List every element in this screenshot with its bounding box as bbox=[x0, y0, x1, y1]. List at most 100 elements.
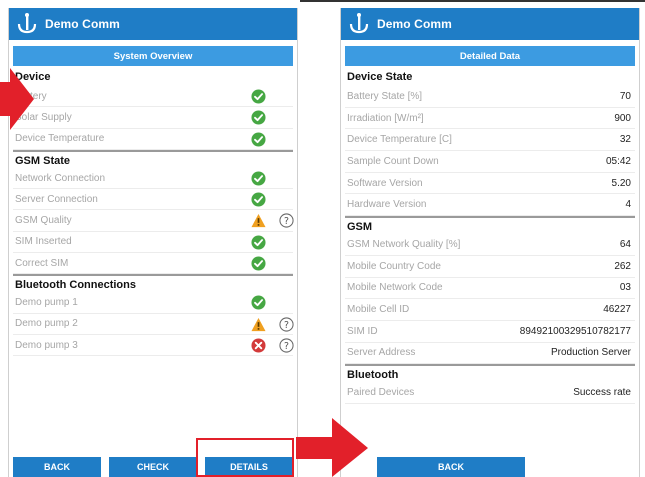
section-header: Device bbox=[15, 71, 51, 83]
list-item: GSM Network Quality [%] 64 bbox=[345, 234, 635, 256]
section-header: Bluetooth bbox=[345, 364, 635, 382]
list-item: Correct SIM bbox=[13, 253, 293, 275]
arrow-right-icon bbox=[296, 418, 368, 477]
check-circle-icon bbox=[251, 295, 266, 310]
check-circle-icon bbox=[251, 256, 266, 271]
list-item: Demo pump 2? bbox=[13, 314, 294, 335]
svg-text:?: ? bbox=[284, 216, 289, 227]
list-item: Demo pump 3? bbox=[13, 335, 294, 357]
list-item: Server Address Production Server bbox=[345, 343, 635, 365]
system-overview-screen: Demo Comm System Overview DeviceBatteryS… bbox=[8, 8, 298, 477]
list-item: Device Temperature bbox=[13, 129, 293, 150]
item-label: Sample Count Down bbox=[347, 155, 439, 167]
item-label: SIM ID bbox=[347, 325, 378, 337]
section-header: Bluetooth Connections bbox=[13, 274, 293, 292]
item-label: Demo pump 2 bbox=[15, 318, 78, 330]
back-button[interactable]: BACK bbox=[13, 457, 101, 477]
top-divider-line bbox=[300, 0, 645, 2]
item-value: 4 bbox=[625, 199, 631, 211]
list-item: Demo pump 1 bbox=[13, 292, 293, 314]
item-label: Battery State [%] bbox=[347, 90, 423, 102]
item-label: Network Connection bbox=[15, 172, 106, 184]
item-label: GSM Quality bbox=[15, 215, 72, 227]
check-button[interactable]: CHECK bbox=[109, 457, 197, 477]
svg-text:?: ? bbox=[284, 320, 289, 331]
list-item: Solar Supply bbox=[13, 107, 293, 129]
list-item: Network Connection bbox=[13, 168, 293, 190]
item-label: Mobile Cell ID bbox=[347, 304, 410, 316]
app-bar: Demo Comm bbox=[9, 8, 297, 40]
section-header: GSM bbox=[345, 216, 635, 234]
list-item: Battery bbox=[13, 86, 293, 108]
item-value: 46227 bbox=[603, 304, 631, 316]
item-label: Irradiation [W/m²] bbox=[347, 112, 424, 124]
app-title: Demo Comm bbox=[45, 17, 120, 31]
item-value: 89492100329510782177 bbox=[519, 325, 631, 337]
app-bar: Demo Comm bbox=[341, 8, 639, 40]
item-label: Correct SIM bbox=[15, 257, 69, 269]
item-label: Device Temperature [C] bbox=[347, 134, 452, 146]
item-value: 900 bbox=[614, 112, 631, 124]
list-item: Sample Count Down 05:42 bbox=[345, 151, 635, 173]
item-value: 03 bbox=[619, 282, 631, 294]
svg-text:?: ? bbox=[284, 341, 289, 352]
question-circle-icon[interactable]: ? bbox=[279, 338, 294, 353]
item-label: SIM Inserted bbox=[15, 236, 72, 248]
list-item: Irradiation [W/m²] 900 bbox=[345, 108, 635, 130]
item-label: Hardware Version bbox=[347, 199, 427, 211]
question-circle-icon[interactable]: ? bbox=[279, 317, 294, 332]
section-header: GSM State bbox=[13, 149, 293, 168]
overview-list: Device BatterySolar Supply Device Temperat… bbox=[13, 68, 294, 357]
app-logo-icon bbox=[349, 13, 369, 34]
item-label: Mobile Country Code bbox=[347, 260, 441, 272]
item-value: Production Server bbox=[550, 347, 631, 359]
arrow-right-icon bbox=[0, 68, 34, 130]
item-value: 05:42 bbox=[605, 155, 631, 167]
x-circle-icon bbox=[251, 338, 266, 353]
detailed-data-screen: Demo Comm Detailed Data Device State Batt… bbox=[340, 8, 640, 477]
check-circle-icon bbox=[251, 89, 266, 104]
warning-triangle-icon bbox=[251, 214, 266, 228]
item-label: Software Version bbox=[347, 177, 423, 189]
item-label: GSM Network Quality [%] bbox=[347, 238, 461, 250]
list-item: SIM ID 89492100329510782177 bbox=[345, 321, 635, 343]
list-item: Mobile Network Code 03 bbox=[345, 278, 635, 300]
item-label: Server Connection bbox=[15, 193, 98, 205]
item-label: Paired Devices bbox=[347, 387, 415, 399]
item-label: Demo pump 3 bbox=[15, 339, 78, 351]
item-label: Server Address bbox=[347, 347, 416, 359]
check-circle-icon bbox=[251, 110, 266, 125]
page-title: System Overview bbox=[13, 46, 293, 66]
item-value: 70 bbox=[619, 90, 631, 102]
check-circle-icon bbox=[251, 235, 266, 250]
list-item: Mobile Cell ID 46227 bbox=[345, 299, 635, 321]
list-item: GSM Quality? bbox=[13, 210, 294, 232]
question-circle-icon[interactable]: ? bbox=[279, 213, 294, 229]
item-value: Success rate bbox=[573, 387, 631, 399]
app-title: Demo Comm bbox=[377, 17, 452, 31]
list-item: Battery State [%] 70 bbox=[345, 86, 635, 108]
list-item: SIM Inserted bbox=[13, 232, 293, 254]
list-item: Server Connection bbox=[13, 189, 293, 211]
list-item: Hardware Version 4 bbox=[345, 194, 635, 217]
item-value: 5.20 bbox=[611, 177, 631, 189]
item-value: 32 bbox=[619, 134, 631, 146]
detail-list: Device State Battery State [%] 70 Irradiati… bbox=[345, 68, 635, 404]
check-circle-icon bbox=[251, 192, 266, 207]
list-item: Software Version 5.20 bbox=[345, 173, 635, 195]
item-label: Mobile Network Code bbox=[347, 282, 443, 294]
list-item: Device Temperature [C] 32 bbox=[345, 129, 635, 152]
item-value: 262 bbox=[614, 260, 631, 272]
section-header: Device State bbox=[347, 71, 413, 83]
check-circle-icon bbox=[251, 132, 266, 147]
item-label: Device Temperature bbox=[15, 133, 105, 145]
item-value: 64 bbox=[619, 238, 631, 250]
list-item: Mobile Country Code 262 bbox=[345, 256, 635, 278]
warning-triangle-icon bbox=[251, 317, 266, 331]
item-label: Demo pump 1 bbox=[15, 297, 78, 309]
app-logo-icon bbox=[17, 13, 37, 34]
check-circle-icon bbox=[251, 171, 266, 186]
page-title: Detailed Data bbox=[345, 46, 635, 66]
list-item: Paired Devices Success rate bbox=[345, 382, 635, 404]
back-button[interactable]: BACK bbox=[377, 457, 525, 477]
